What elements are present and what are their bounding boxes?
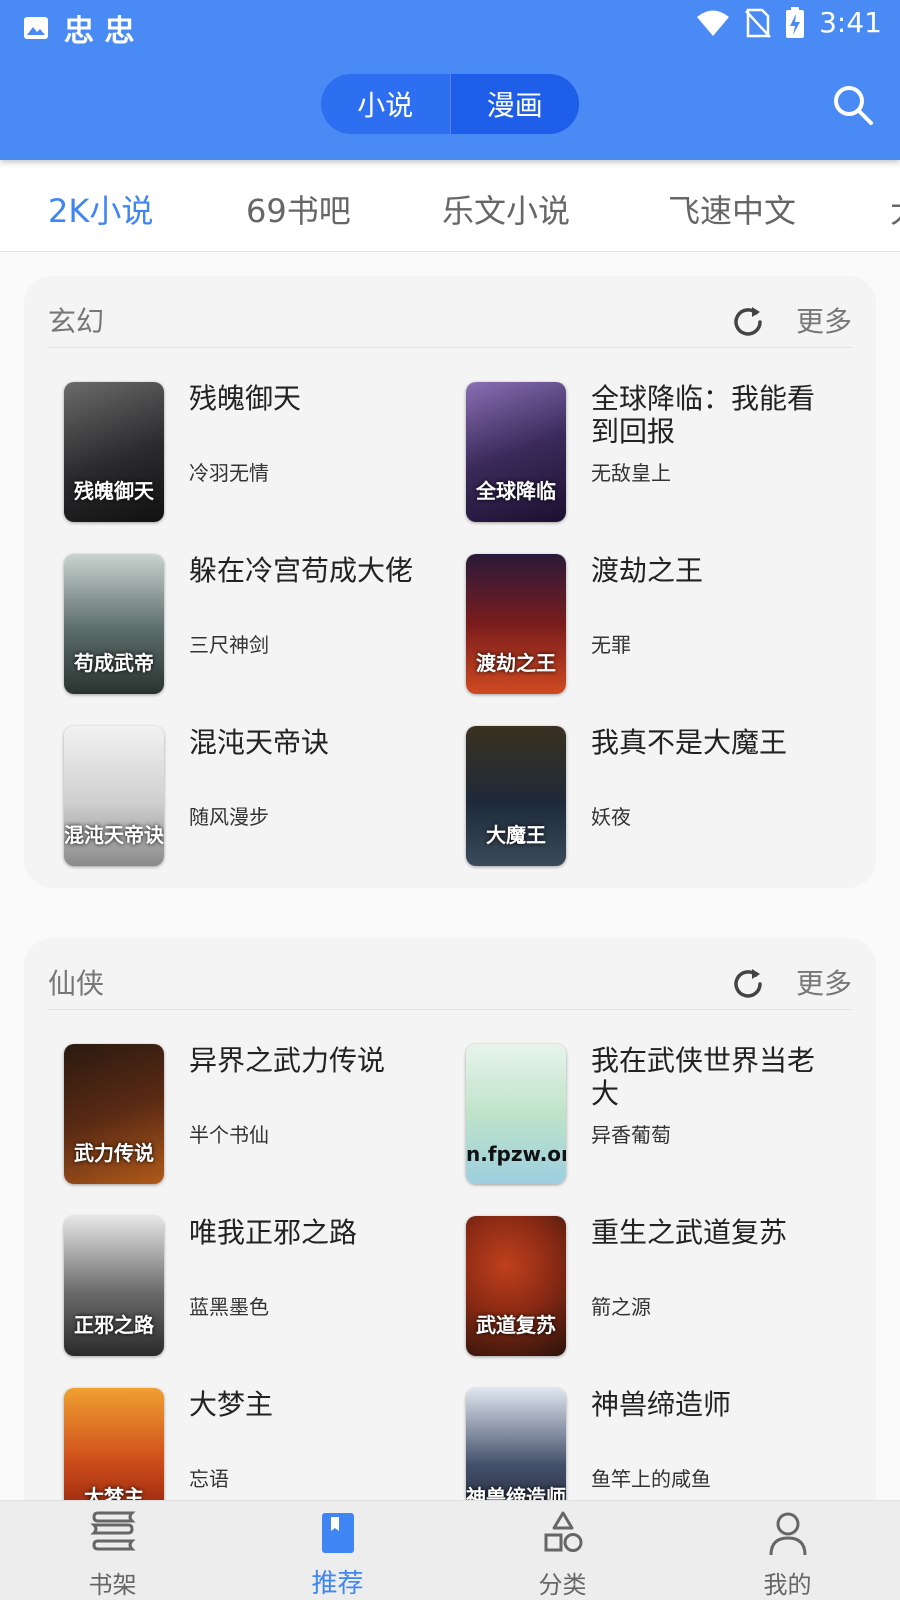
book-author: 异香葡萄: [591, 1123, 671, 1147]
book-cover: n.fpzw.org: [466, 1044, 566, 1184]
refresh-icon[interactable]: [730, 966, 766, 1002]
tab-comic[interactable]: 漫画: [449, 74, 579, 134]
book-title: 我在武侠世界当老大: [591, 1044, 816, 1110]
source-tab-next[interactable]: 大: [890, 186, 900, 232]
more-button[interactable]: 更多: [796, 962, 852, 1002]
book-cover: 混沌天帝诀: [64, 726, 164, 866]
book-author: 鱼竿上的咸鱼: [591, 1467, 711, 1491]
book-cover: 武道复苏: [466, 1216, 566, 1356]
nav-label: 我的: [763, 1571, 812, 1599]
book-title: 唯我正邪之路: [189, 1216, 358, 1249]
cover-title: 正邪之路: [74, 1313, 154, 1337]
cover-title: 残魄御天: [74, 479, 154, 503]
search-icon[interactable]: [832, 84, 874, 126]
source-tab-lewen[interactable]: 乐文小说: [442, 186, 570, 232]
book-cover: 正邪之路: [64, 1216, 164, 1356]
book-card[interactable]: 大魔王 我真不是大魔王 妖夜: [466, 726, 866, 876]
book-author: 无敌皇上: [591, 461, 671, 485]
bottom-nav: 书架 推荐 分类 我的: [0, 1500, 900, 1600]
book-title: 全球降临：我能看到回报: [591, 382, 816, 448]
book-card[interactable]: n.fpzw.org 我在武侠世界当老大 异香葡萄: [466, 1044, 866, 1194]
no-sim-icon: [745, 8, 772, 38]
refresh-icon[interactable]: [730, 304, 766, 340]
source-tabs: 2K小说 69书吧 乐文小说 飞速中文 大: [0, 160, 900, 252]
book-card[interactable]: 渡劫之王 渡劫之王 无罪: [466, 554, 866, 704]
nav-label: 书架: [88, 1571, 137, 1599]
cover-title: 苟成武帝: [74, 651, 154, 675]
status-bar: 忠 忠 3:41: [0, 0, 900, 50]
bookmark-icon: [322, 1513, 354, 1553]
book-title: 躲在冷宫苟成大佬: [189, 554, 414, 587]
book-author: 妖夜: [591, 805, 631, 829]
book-card[interactable]: 残魄御天 残魄御天 冷羽无情: [64, 382, 464, 532]
book-title: 残魄御天: [189, 382, 302, 415]
tab-novel[interactable]: 小说: [321, 74, 450, 134]
book-author: 蓝黑墨色: [189, 1295, 269, 1319]
book-title: 混沌天帝诀: [189, 726, 330, 759]
section-xianxia: 仙侠 更多 武力传说 异界之武力传说 半个书仙 n.fpzw.org 我在武侠世…: [24, 938, 876, 1538]
wifi-icon: [697, 10, 730, 36]
cover-title: 武力传说: [74, 1141, 154, 1165]
section-title: 玄幻: [48, 305, 105, 338]
source-tab-2k[interactable]: 2K小说: [48, 186, 153, 232]
nav-mine[interactable]: 我的: [675, 1501, 900, 1600]
book-card[interactable]: 武道复苏 重生之武道复苏 箭之源: [466, 1216, 866, 1366]
section-header: 仙侠 更多: [48, 938, 852, 1010]
battery-charging-icon: [786, 6, 805, 38]
book-card[interactable]: 正邪之路 唯我正邪之路 蓝黑墨色: [64, 1216, 464, 1366]
book-cover: 苟成武帝: [64, 554, 164, 694]
book-title: 神兽缔造师: [591, 1388, 732, 1421]
book-author: 随风漫步: [189, 805, 269, 829]
cover-title: 渡劫之王: [476, 651, 556, 675]
source-tab-feisu[interactable]: 飞速中文: [668, 186, 796, 232]
nav-recommend[interactable]: 推荐: [225, 1501, 450, 1600]
book-cover: 渡劫之王: [466, 554, 566, 694]
cover-title: 混沌天帝诀: [64, 823, 164, 847]
section-header: 玄幻 更多: [48, 276, 852, 348]
status-right: 3:41: [695, 6, 882, 39]
book-title: 重生之武道复苏: [591, 1216, 788, 1249]
book-title: 异界之武力传说: [189, 1044, 386, 1077]
book-author: 忘语: [189, 1467, 229, 1491]
book-card[interactable]: 混沌天帝诀 混沌天帝诀 随风漫步: [64, 726, 464, 876]
category-icon: [544, 1511, 583, 1552]
book-author: 箭之源: [591, 1295, 651, 1319]
app-notification-glyphs: 忠 忠: [64, 14, 135, 49]
section-title: 仙侠: [48, 967, 105, 1000]
section-xuanhuan: 玄幻 更多 残魄御天 残魄御天 冷羽无情 全球降临 全球降临：我能看到回报 无敌…: [24, 276, 876, 888]
nav-label: 分类: [538, 1571, 587, 1599]
cover-title: 大魔王: [486, 823, 546, 847]
book-author: 三尺神剑: [189, 633, 269, 657]
nav-bookshelf[interactable]: 书架: [0, 1501, 225, 1600]
cover-title: n.fpzw.org: [466, 1142, 566, 1166]
book-title: 我真不是大魔王: [591, 726, 788, 759]
book-author: 无罪: [591, 633, 631, 657]
book-cover: 武力传说: [64, 1044, 164, 1184]
status-time: 3:41: [819, 6, 882, 39]
book-cover: 残魄御天: [64, 382, 164, 522]
content-type-toggle: 小说 漫画: [321, 74, 579, 134]
nav-label: 推荐: [311, 1569, 364, 1599]
book-title: 渡劫之王: [591, 554, 704, 587]
nav-category[interactable]: 分类: [450, 1501, 675, 1600]
book-author: 冷羽无情: [189, 461, 269, 485]
app-bar: 忠 忠 3:41 小说 漫画: [0, 0, 900, 160]
book-card[interactable]: 武力传说 异界之武力传说 半个书仙: [64, 1044, 464, 1194]
book-cover: 大魔王: [466, 726, 566, 866]
book-card[interactable]: 全球降临 全球降临：我能看到回报 无敌皇上: [466, 382, 866, 532]
source-tab-69[interactable]: 69书吧: [246, 186, 351, 232]
bookshelf-icon: [90, 1511, 136, 1551]
more-button[interactable]: 更多: [796, 300, 852, 340]
person-icon: [769, 1512, 807, 1556]
status-left: 忠 忠: [22, 6, 134, 50]
image-icon: [24, 17, 48, 39]
book-author: 半个书仙: [189, 1123, 269, 1147]
cover-title: 全球降临: [476, 479, 556, 503]
book-cover: 全球降临: [466, 382, 566, 522]
book-title: 大梦主: [189, 1388, 274, 1421]
cover-title: 武道复苏: [476, 1313, 556, 1337]
book-card[interactable]: 苟成武帝 躲在冷宫苟成大佬 三尺神剑: [64, 554, 464, 704]
